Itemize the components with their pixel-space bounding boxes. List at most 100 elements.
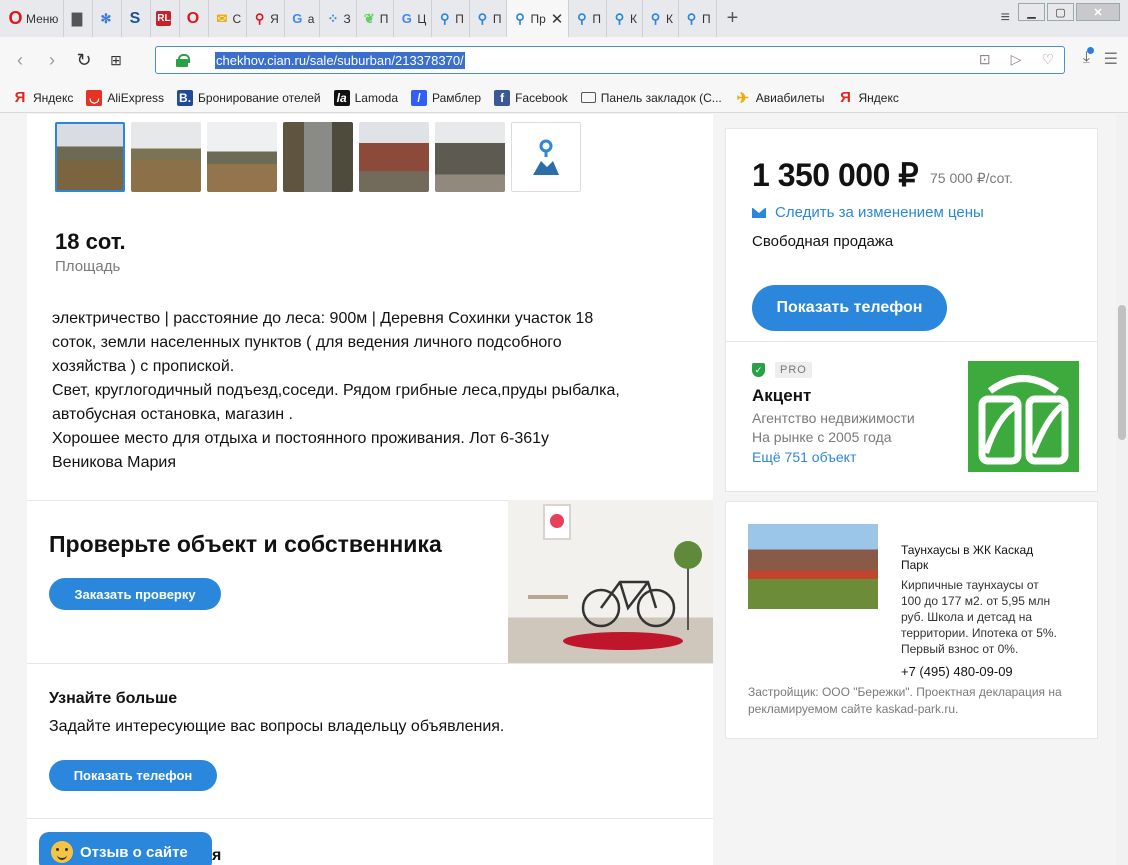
- photo-thumbnail[interactable]: [55, 122, 125, 192]
- area-label: Площадь: [55, 258, 121, 275]
- red-rug: [563, 632, 683, 650]
- photo-thumbnail[interactable]: [359, 122, 429, 192]
- dots-icon: ⁘: [327, 10, 339, 26]
- reload-icon[interactable]: ↻: [72, 50, 96, 71]
- price-card: 1 350 000 ₽ 75 000 ₽/сот. Следить за изм…: [725, 128, 1098, 342]
- bookmark-label: Панель закладок (С...: [600, 90, 722, 105]
- bookmark-folder[interactable]: Панель закладок (С...: [580, 90, 722, 105]
- document-icon: ▇: [71, 10, 82, 26]
- scrollbar[interactable]: [1116, 114, 1128, 865]
- forward-icon[interactable]: ›: [40, 50, 64, 71]
- bookmark-aliexpress[interactable]: ◡ AliExpress: [86, 89, 165, 106]
- show-phone-button-secondary[interactable]: Показать телефон: [49, 760, 217, 791]
- tab[interactable]: S: [122, 0, 152, 37]
- url-text[interactable]: chekhov.cian.ru/sale/suburban/213378370/: [215, 51, 465, 69]
- close-icon[interactable]: ✕: [551, 10, 564, 28]
- scrollbar-thumb[interactable]: [1118, 305, 1126, 440]
- photo-thumbnail[interactable]: [283, 122, 353, 192]
- feedback-button[interactable]: Отзыв о сайте: [39, 832, 212, 865]
- tab[interactable]: ▇: [64, 0, 94, 37]
- bookmark-label: Яндекс: [858, 90, 899, 105]
- window-controls: ▁ ▢ ✕: [1018, 3, 1120, 21]
- tab[interactable]: ⚲ П: [569, 0, 607, 37]
- tab[interactable]: GЦ: [394, 0, 433, 37]
- bookmark-label: AliExpress: [107, 90, 165, 105]
- verified-shield-icon: ✓: [752, 363, 765, 377]
- bookmark-yandex[interactable]: Я Яндекс: [12, 89, 74, 106]
- maximize-button[interactable]: ▢: [1047, 3, 1074, 21]
- minimize-button[interactable]: ▁: [1018, 3, 1045, 21]
- opera-icon: O: [186, 9, 200, 27]
- camera-icon[interactable]: ⊡: [979, 51, 991, 68]
- tab[interactable]: ⚲ П: [679, 0, 717, 37]
- opera-menu-button[interactable]: O Меню: [0, 0, 65, 37]
- tab-active[interactable]: ⚲ Пр ✕: [507, 0, 570, 37]
- bookmark-yandex-2[interactable]: Я Яндекс: [837, 89, 899, 106]
- bookmark-avia[interactable]: ✈ Авиабилеты: [735, 90, 824, 107]
- map-pin-icon: [533, 139, 559, 175]
- photo-thumbnail[interactable]: [131, 122, 201, 192]
- tab[interactable]: ⚲ П: [432, 0, 470, 37]
- tab[interactable]: RL: [151, 0, 181, 37]
- section-heading-partial: я: [212, 847, 222, 864]
- easy-setup-icon[interactable]: ☰: [1104, 49, 1118, 69]
- tab[interactable]: ❦ П: [357, 0, 395, 37]
- tab[interactable]: ⚲ Я: [247, 0, 285, 37]
- map-thumbnail[interactable]: [511, 122, 581, 192]
- ad-phone[interactable]: +7 (495) 480-09-09: [901, 664, 1013, 679]
- tab[interactable]: ✉ С: [209, 0, 248, 37]
- photo-thumbnail[interactable]: [207, 122, 277, 192]
- tab[interactable]: ✻: [93, 0, 123, 37]
- bookmark-label: Lamoda: [354, 90, 398, 105]
- interior-illustration: [508, 500, 713, 663]
- tab[interactable]: ⚲ П: [470, 0, 508, 37]
- heart-icon[interactable]: ♡: [1041, 51, 1054, 68]
- bookmark-facebook[interactable]: f Facebook: [494, 89, 568, 106]
- bookmark-booking[interactable]: B. Бронирование отелей: [177, 89, 321, 106]
- agency-name[interactable]: Акцент: [752, 386, 811, 406]
- envelope-icon: [752, 207, 766, 218]
- snowflake-icon: ✻: [100, 10, 112, 26]
- show-phone-button[interactable]: Показать телефон: [752, 285, 947, 331]
- google-icon: G: [401, 11, 412, 26]
- feedback-label: Отзыв о сайте: [80, 843, 188, 861]
- download-indicator: [1087, 47, 1094, 54]
- bookmark-lamoda[interactable]: la Lamoda: [333, 89, 398, 106]
- tab[interactable]: O: [180, 0, 210, 37]
- tab[interactable]: Gа: [285, 0, 321, 37]
- close-window-button[interactable]: ✕: [1076, 3, 1120, 21]
- back-icon[interactable]: ‹: [8, 50, 32, 71]
- photo-gallery: [55, 122, 581, 192]
- folder-icon: [580, 92, 596, 103]
- speed-dial-icon[interactable]: ⊞: [104, 52, 128, 69]
- agency-card: ✓ PRO Акцент Агентство недвижимости На р…: [725, 342, 1098, 492]
- tab[interactable]: ⚲ К: [643, 0, 679, 37]
- tab[interactable]: ⚲ К: [607, 0, 643, 37]
- agency-more-link[interactable]: Ещё 751 объект: [752, 449, 856, 465]
- ad-photo[interactable]: [748, 524, 878, 609]
- tab[interactable]: ⁘ З: [320, 0, 357, 37]
- facebook-icon: f: [494, 89, 511, 106]
- watch-price-link[interactable]: Следить за изменением цены: [752, 204, 984, 221]
- mail-icon: ✉: [216, 10, 228, 26]
- ad-card[interactable]: Таунхаусы в ЖК Каскад Парк Кирпичные тау…: [725, 501, 1098, 739]
- new-tab-button[interactable]: +: [717, 0, 749, 37]
- opera-icon: O: [8, 8, 23, 28]
- bookmark-rambler[interactable]: / Рамблер: [411, 89, 481, 106]
- tab-menu-icon[interactable]: ≡: [1001, 9, 1010, 27]
- address-bar: ‹ › ↻ ⊞ chekhov.cian.ru/sale/suburban/21…: [0, 37, 1128, 83]
- photo-thumbnail[interactable]: [435, 122, 505, 192]
- learn-more-text: Задайте интересующие вас вопросы владель…: [49, 718, 505, 735]
- s-letter-icon: S: [129, 9, 141, 27]
- agency-logo[interactable]: [968, 361, 1079, 472]
- order-check-button[interactable]: Заказать проверку: [49, 578, 221, 610]
- url-actions: ⊡ ▷ ♡: [979, 51, 1054, 68]
- google-icon: G: [292, 11, 303, 26]
- pro-badge: PRO: [775, 362, 812, 378]
- send-icon[interactable]: ▷: [1011, 51, 1022, 68]
- ad-title[interactable]: Таунхаусы в ЖК Каскад Парк: [901, 543, 1061, 573]
- pin-icon: ⚲: [686, 10, 697, 26]
- bookmark-label: Facebook: [515, 90, 568, 105]
- divider: [27, 818, 713, 819]
- url-field[interactable]: chekhov.cian.ru/sale/suburban/213378370/…: [155, 46, 1065, 74]
